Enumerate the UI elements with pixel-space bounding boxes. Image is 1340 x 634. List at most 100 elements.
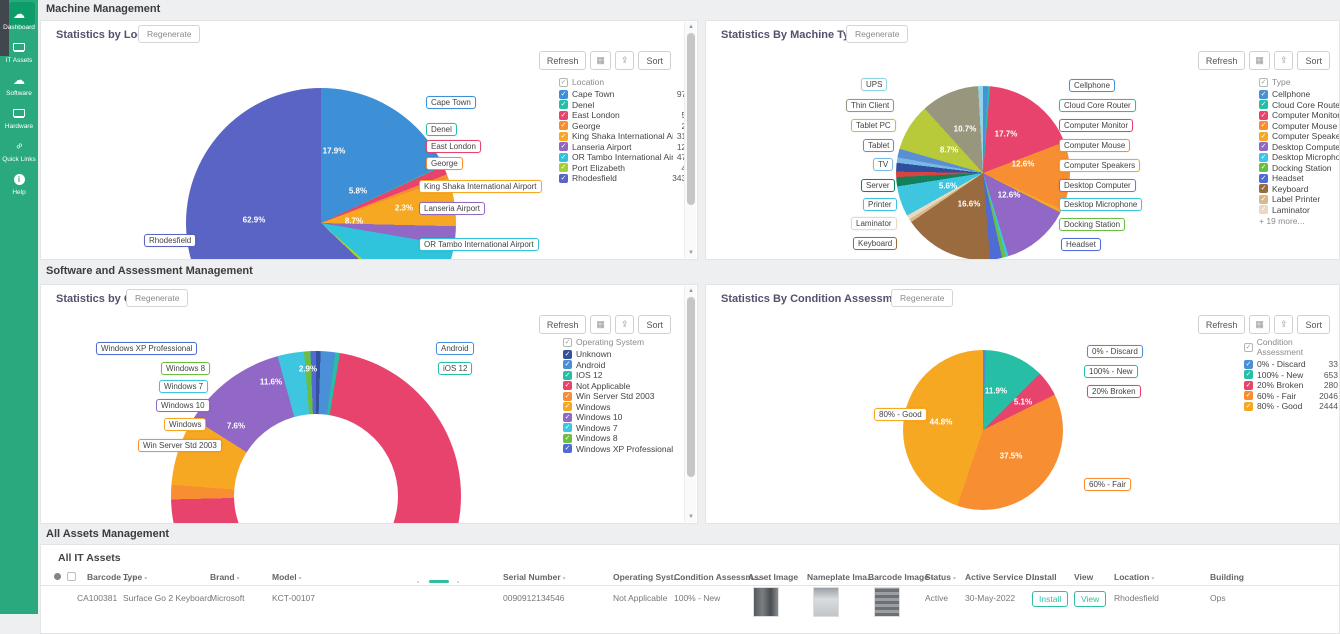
refresh-button[interactable]: Refresh: [539, 315, 587, 334]
legend-checkbox[interactable]: ✓: [1259, 132, 1268, 141]
sidebar-item-hardware[interactable]: Hardware: [0, 104, 38, 130]
sort-button[interactable]: Sort: [1297, 51, 1330, 70]
legend-item[interactable]: ✓Computer Monitor: [1259, 110, 1339, 121]
legend-checkbox[interactable]: ✓: [563, 423, 572, 432]
scroll-thumb[interactable]: [687, 33, 695, 205]
legend-item[interactable]: ✓Cellphone: [1259, 89, 1339, 100]
legend-item[interactable]: ✓Docking Station: [1259, 163, 1339, 174]
sort-button[interactable]: Sort: [638, 315, 671, 334]
sidebar-item-dashboard[interactable]: ☁ Dashboard: [0, 5, 38, 31]
legend-item[interactable]: ✓Windows: [563, 402, 691, 413]
legend-checkbox[interactable]: ✓: [1259, 90, 1268, 99]
legend-item[interactable]: ✓100% - New653: [1244, 370, 1338, 381]
export-icon[interactable]: ⇪: [615, 315, 635, 334]
legend-checkbox[interactable]: ✓: [559, 121, 568, 130]
legend-item[interactable]: ✓Windows XP Professional: [563, 444, 691, 455]
sort-button[interactable]: Sort: [638, 51, 671, 70]
legend-checkbox[interactable]: ✓: [563, 360, 572, 369]
col-building[interactable]: Building: [1210, 572, 1244, 582]
sort-button[interactable]: Sort: [1297, 315, 1330, 334]
col-asset-image[interactable]: Asset Image: [748, 572, 798, 582]
legend-checkbox[interactable]: ✓: [1259, 174, 1268, 183]
legend-item[interactable]: ✓Android: [563, 360, 691, 371]
legend-checkbox[interactable]: ✓: [1259, 195, 1268, 204]
legend-item[interactable]: ✓Cape Town978: [559, 89, 691, 100]
scroll-down-icon[interactable]: ▼: [685, 512, 697, 522]
legend-checkbox[interactable]: ✓: [1259, 153, 1268, 162]
regenerate-button[interactable]: Regenerate: [891, 289, 953, 307]
legend-checkbox[interactable]: ✓: [563, 444, 572, 453]
legend-item[interactable]: ✓King Shaka International Airport314: [559, 131, 691, 142]
legend-item[interactable]: ✓60% - Fair2046: [1244, 391, 1338, 402]
regenerate-button[interactable]: Regenerate: [138, 25, 200, 43]
legend-item[interactable]: ✓Keyboard: [1259, 184, 1339, 195]
col-type[interactable]: Type▾: [123, 572, 147, 582]
legend-item[interactable]: ✓Computer Mouse: [1259, 121, 1339, 132]
refresh-button[interactable]: Refresh: [1198, 315, 1246, 334]
legend-more-link[interactable]: + 19 more...: [1259, 216, 1339, 226]
install-button[interactable]: Install: [1032, 591, 1068, 607]
legend-checkbox[interactable]: ✓: [563, 392, 572, 401]
legend-checkbox[interactable]: ✓: [1244, 381, 1253, 390]
legend-checkbox[interactable]: ✓: [1244, 402, 1253, 411]
legend-checkbox[interactable]: ✓: [1259, 163, 1268, 172]
legend-checkbox[interactable]: ✓: [563, 338, 572, 347]
legend-item[interactable]: ✓George27: [559, 121, 691, 132]
legend-item[interactable]: ✓Computer Speakers: [1259, 131, 1339, 142]
col-status[interactable]: Status▾: [925, 572, 956, 582]
legend-item[interactable]: ✓Laminator: [1259, 205, 1339, 216]
export-icon[interactable]: ⇪: [615, 51, 635, 70]
legend-checkbox[interactable]: ✓: [559, 132, 568, 141]
legend-item[interactable]: ✓Denel7: [559, 100, 691, 111]
legend-checkbox[interactable]: ✓: [563, 381, 572, 390]
legend-header[interactable]: ✓ Type: [1259, 77, 1339, 87]
chart-icon[interactable]: ▦: [590, 51, 611, 70]
scroll-down-icon[interactable]: ▼: [685, 248, 697, 258]
legend-item[interactable]: ✓Win Server Std 2003: [563, 391, 691, 402]
legend-checkbox[interactable]: ✓: [1244, 343, 1253, 352]
legend-item[interactable]: ✓Windows 7: [563, 423, 691, 434]
scroll-up-icon[interactable]: ▲: [685, 286, 697, 296]
legend-item[interactable]: ✓Not Applicable: [563, 381, 691, 392]
chart-icon[interactable]: ▦: [590, 315, 611, 334]
legend-header[interactable]: ✓ Location: [559, 77, 691, 87]
legend-item[interactable]: ✓Windows 8: [563, 433, 691, 444]
legend-checkbox[interactable]: ✓: [563, 350, 572, 359]
sidebar-item-software[interactable]: ☁ Software: [0, 71, 38, 97]
legend-item[interactable]: ✓IOS 12: [563, 370, 691, 381]
regenerate-button[interactable]: Regenerate: [126, 289, 188, 307]
col-serial-number[interactable]: Serial Number▾: [503, 572, 566, 582]
sidebar-item-quick-links[interactable]: ∞ Quick Links: [0, 137, 38, 163]
legend-checkbox[interactable]: ✓: [563, 371, 572, 380]
legend-item[interactable]: ✓Cloud Core Router: [1259, 100, 1339, 111]
legend-header[interactable]: ✓ Condition Assessment: [1244, 337, 1338, 357]
refresh-button[interactable]: Refresh: [1198, 51, 1246, 70]
legend-item[interactable]: ✓Windows 10: [563, 412, 691, 423]
refresh-button[interactable]: Refresh: [539, 51, 587, 70]
view-button[interactable]: View: [1074, 591, 1106, 607]
legend-checkbox[interactable]: ✓: [559, 174, 568, 183]
col-location[interactable]: Location▾: [1114, 572, 1154, 582]
legend-checkbox[interactable]: ✓: [563, 402, 572, 411]
legend-header[interactable]: ✓ Operating System: [563, 337, 691, 347]
legend-checkbox[interactable]: ✓: [1259, 100, 1268, 109]
vertical-scrollbar[interactable]: ▲ ▼: [684, 286, 696, 522]
asset-image-thumbnail[interactable]: [753, 587, 779, 617]
nameplate-image-thumbnail[interactable]: [813, 587, 839, 617]
legend-checkbox[interactable]: ✓: [559, 100, 568, 109]
col-install[interactable]: Install: [1032, 572, 1057, 582]
export-icon[interactable]: ⇪: [1274, 315, 1294, 334]
legend-checkbox[interactable]: ✓: [559, 90, 568, 99]
legend-checkbox[interactable]: ✓: [559, 153, 568, 162]
legend-checkbox[interactable]: ✓: [563, 434, 572, 443]
legend-checkbox[interactable]: ✓: [559, 78, 568, 87]
col-view[interactable]: View: [1074, 572, 1093, 582]
barcode-image-thumbnail[interactable]: [874, 587, 900, 617]
legend-checkbox[interactable]: ✓: [559, 142, 568, 151]
legend-checkbox[interactable]: ✓: [559, 111, 568, 120]
legend-checkbox[interactable]: ✓: [1244, 360, 1253, 369]
chart-icon[interactable]: ▦: [1249, 315, 1270, 334]
sidebar-item-help[interactable]: i Help: [0, 170, 38, 196]
legend-item[interactable]: ✓Headset: [1259, 173, 1339, 184]
legend-item[interactable]: ✓OR Tambo International Airport473: [559, 152, 691, 163]
